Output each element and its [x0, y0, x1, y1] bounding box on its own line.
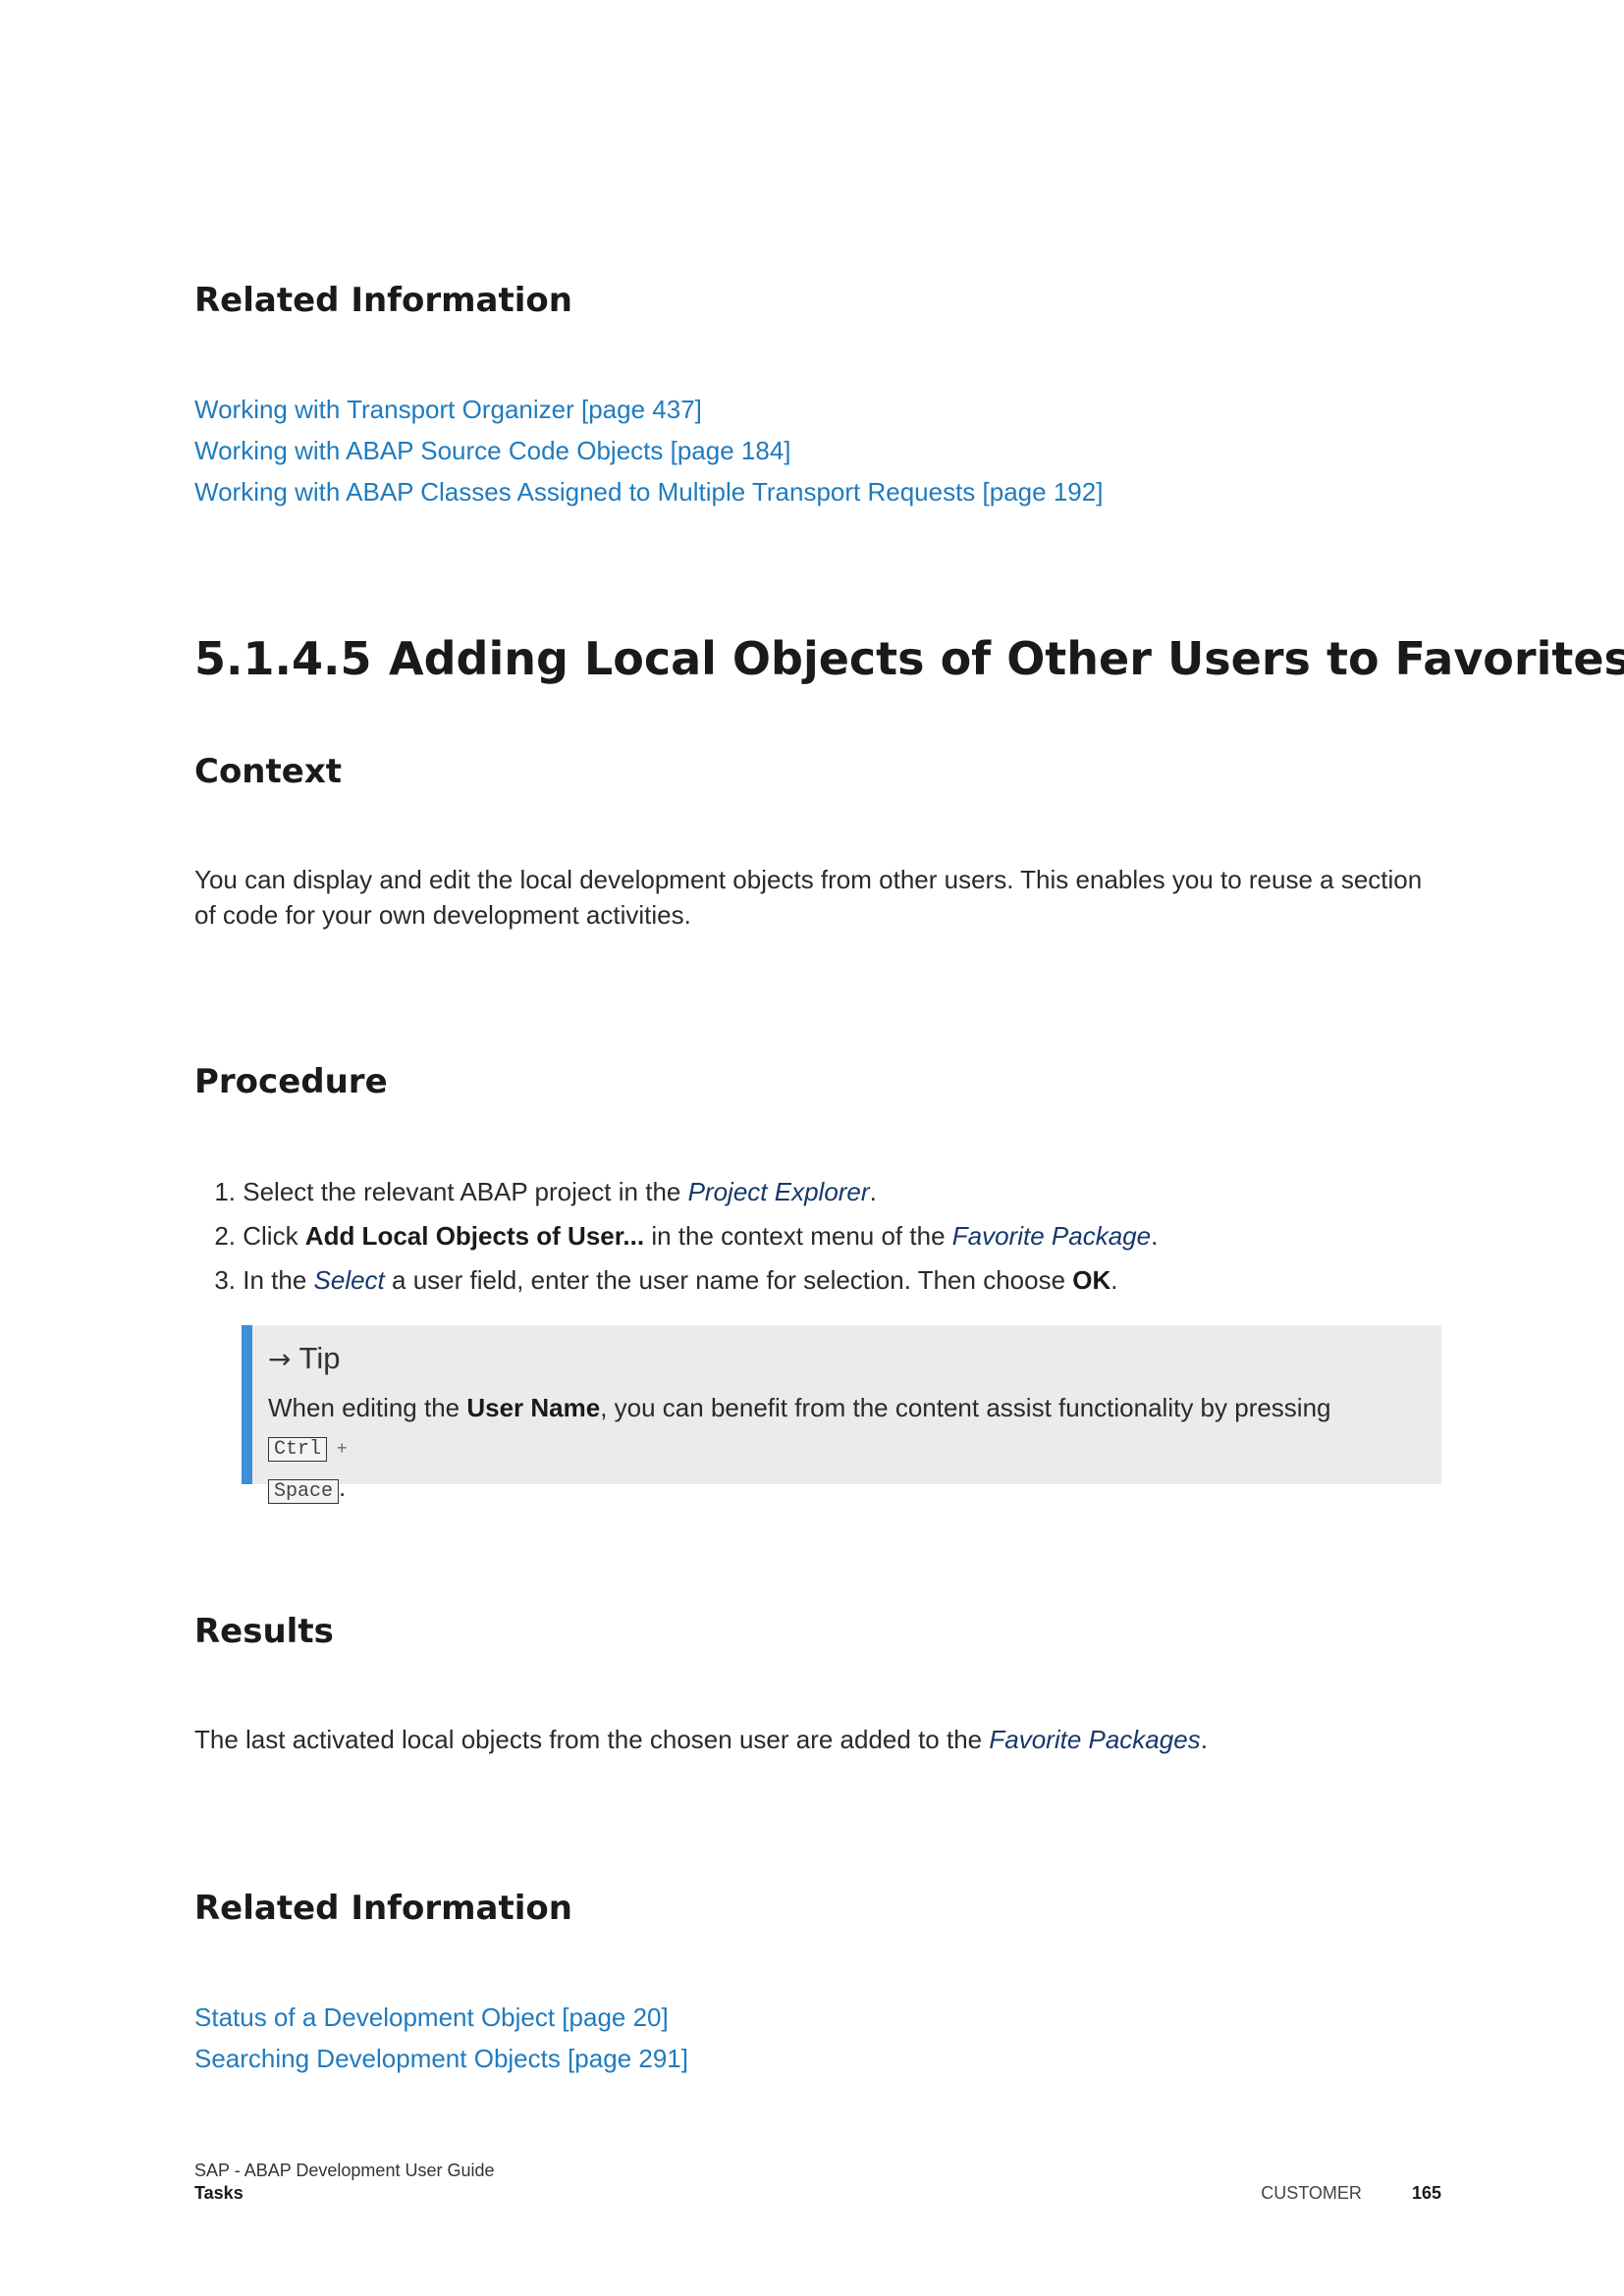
step-text: Click Add Local Objects of User... in th…: [243, 1221, 1159, 1251]
ui-action: Add Local Objects of User...: [304, 1221, 645, 1251]
ui-action: OK: [1072, 1265, 1111, 1295]
related-links-1: Working with Transport Organizer [page 4…: [194, 389, 1103, 512]
section-title: 5.1.4.5 Adding Local Objects of Other Use…: [194, 632, 1624, 685]
related-link-item: Working with Transport Organizer [page 4…: [194, 389, 1103, 430]
context-text: You can display and edit the local devel…: [194, 865, 1423, 930]
results-heading: Results: [194, 1612, 334, 1651]
footer-left: SAP - ABAP Development User Guide Tasks: [194, 2160, 495, 2205]
related-link[interactable]: Searching Development Objects [page 291]: [194, 2044, 688, 2073]
ui-term: Project Explorer: [687, 1177, 870, 1206]
related-link-item: Searching Development Objects [page 291]: [194, 2038, 688, 2079]
section-number: 5.1.4.5: [194, 632, 372, 685]
related-link-item: Working with ABAP Source Code Objects [p…: [194, 430, 1103, 471]
procedure-step: 3. In the Select a user field, enter the…: [189, 1258, 1158, 1303]
section-title-text: Adding Local Objects of Other Users to F…: [389, 632, 1624, 685]
related-link[interactable]: Working with ABAP Classes Assigned to Mu…: [194, 477, 1103, 507]
tip-text: When editing the User Name, you can bene…: [268, 1393, 1331, 1504]
related-link[interactable]: Working with ABAP Source Code Objects [p…: [194, 436, 791, 465]
key-plus: +: [337, 1438, 348, 1458]
step-text: In the Select a user field, enter the us…: [243, 1265, 1118, 1295]
ui-term: Favorite Package: [951, 1221, 1152, 1251]
related-info-heading-1: Related Information: [194, 281, 572, 320]
procedure-heading: Procedure: [194, 1062, 388, 1101]
procedure-steps: 1. Select the relevant ABAP project in t…: [189, 1170, 1158, 1303]
related-links-2: Status of a Development Object [page 20]…: [194, 1997, 688, 2079]
key-space: Space: [268, 1479, 340, 1504]
page-number: 165: [1411, 2183, 1441, 2203]
tip-header: → Tip: [268, 1339, 1426, 1379]
footer-classification: CUSTOMER: [1261, 2183, 1362, 2203]
footer-right: CUSTOMER 165: [1261, 2183, 1441, 2204]
footer-doc-title: SAP - ABAP Development User Guide: [194, 2161, 495, 2180]
arrow-right-icon: →: [268, 1343, 292, 1375]
procedure-step: 1. Select the relevant ABAP project in t…: [189, 1170, 1158, 1214]
related-link-item: Working with ABAP Classes Assigned to Mu…: [194, 471, 1103, 512]
related-link-item: Status of a Development Object [page 20]: [194, 1997, 688, 2038]
related-link[interactable]: Working with Transport Organizer [page 4…: [194, 395, 702, 424]
results-text: The last activated local objects from th…: [194, 1725, 1208, 1754]
context-heading: Context: [194, 752, 343, 791]
step-text: Select the relevant ABAP project in the …: [243, 1177, 877, 1206]
procedure-step: 2. Click Add Local Objects of User... in…: [189, 1214, 1158, 1258]
tip-box: → Tip When editing the User Name, you ca…: [242, 1325, 1441, 1504]
step-number: 2.: [214, 1221, 236, 1251]
footer-chapter: Tasks: [194, 2183, 244, 2203]
tip-title: Tip: [298, 1341, 341, 1375]
key-ctrl: Ctrl: [268, 1437, 328, 1462]
step-number: 1.: [214, 1177, 236, 1206]
related-link[interactable]: Status of a Development Object [page 20]: [194, 2002, 669, 2032]
ui-term: Select: [313, 1265, 385, 1295]
step-number: 3.: [214, 1265, 236, 1295]
ui-field: User Name: [466, 1393, 601, 1422]
ui-term: Favorite Packages: [989, 1725, 1201, 1754]
related-info-heading-2: Related Information: [194, 1889, 572, 1928]
